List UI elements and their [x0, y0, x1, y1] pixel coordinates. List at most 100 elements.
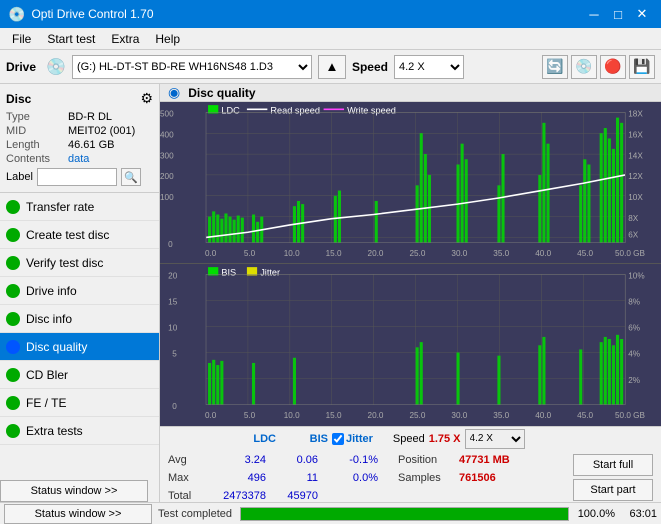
jitter-checkbox[interactable] [332, 433, 344, 445]
progress-percent: 100.0% [573, 508, 615, 520]
maximize-button[interactable]: □ [607, 4, 629, 24]
svg-text:0: 0 [168, 240, 173, 249]
chart1-container: LDC Read speed Write speed 500 400 300 2… [160, 102, 661, 264]
menu-file[interactable]: File [4, 30, 39, 48]
disc-mid-value: MEIT02 (001) [68, 125, 135, 137]
svg-text:0: 0 [172, 402, 177, 411]
svg-text:Write speed: Write speed [347, 105, 396, 115]
sidebar-item-label-create-test-disc: Create test disc [26, 228, 109, 242]
position-value: 47731 MB [459, 454, 510, 466]
jitter-max: 0.0% [328, 472, 388, 484]
samples-label: Samples [398, 472, 453, 484]
svg-text:30.0: 30.0 [451, 249, 467, 258]
status-text: Test completed [158, 508, 232, 520]
stats-headers-row: LDC BIS Jitter Speed 1.75 X 4.2 X [160, 426, 661, 451]
menu-extra[interactable]: Extra [103, 30, 147, 48]
disc-contents-value[interactable]: data [68, 153, 89, 165]
start-full-button[interactable]: Start full [573, 454, 653, 476]
svg-text:10.0: 10.0 [284, 412, 300, 421]
close-button[interactable]: ✕ [631, 4, 653, 24]
disc-label-input[interactable] [37, 168, 117, 186]
progress-bar-inner [241, 508, 568, 520]
svg-text:400: 400 [160, 130, 174, 139]
erase-button[interactable]: 🔴 [600, 55, 626, 79]
sidebar-item-cd-bler[interactable]: CD Bler [0, 361, 159, 389]
svg-text:20.0: 20.0 [368, 249, 384, 258]
chart2-svg: BIS Jitter 20 15 10 5 0 10% 8% 6% 4% 2% [160, 264, 661, 425]
bottom-panel: LDC BIS Jitter Speed 1.75 X 4.2 X [160, 426, 661, 502]
svg-text:6%: 6% [628, 324, 640, 333]
disc-contents-row: Contents data [6, 153, 153, 165]
svg-text:12X: 12X [628, 172, 643, 181]
disc-mid-label: MID [6, 125, 68, 137]
svg-text:10X: 10X [628, 193, 643, 202]
svg-text:30.0: 30.0 [451, 412, 467, 421]
sidebar-item-disc-info[interactable]: Disc info [0, 305, 159, 333]
jitter-avg: -0.1% [328, 454, 388, 466]
drive-icon: 💿 [46, 57, 66, 77]
svg-text:18X: 18X [628, 110, 643, 119]
svg-text:LDC: LDC [221, 105, 240, 115]
sidebar-item-extra-tests[interactable]: Extra tests [0, 417, 159, 445]
disc-quality-icon [6, 340, 20, 354]
eject-button[interactable]: ▲ [318, 55, 346, 79]
sidebar-item-drive-info[interactable]: Drive info [0, 277, 159, 305]
ldc-header: LDC [208, 433, 276, 445]
title-bar-controls: ─ □ ✕ [583, 4, 653, 24]
sidebar-item-fe-te[interactable]: FE / TE [0, 389, 159, 417]
avg-label: Avg [168, 454, 208, 466]
disc-label-button[interactable]: 🔍 [121, 168, 141, 186]
speed-select[interactable]: 4.2 X [394, 55, 464, 79]
speed-area: Speed 1.75 X 4.2 X [393, 429, 525, 449]
menu-help[interactable]: Help [147, 30, 188, 48]
sidebar-item-verify-test-disc[interactable]: Verify test disc [0, 249, 159, 277]
svg-text:40.0: 40.0 [535, 249, 551, 258]
disc-button[interactable]: 💿 [571, 55, 597, 79]
svg-text:0.0: 0.0 [205, 249, 217, 258]
svg-text:35.0: 35.0 [493, 412, 509, 421]
save-button[interactable]: 💾 [629, 55, 655, 79]
refresh-button[interactable]: 🔄 [542, 55, 568, 79]
disc-length-value: 46.61 GB [68, 139, 114, 151]
disc-settings-icon[interactable]: ⚙ [140, 90, 153, 107]
speed-select-stats[interactable]: 4.2 X [465, 429, 525, 449]
svg-text:15.0: 15.0 [326, 412, 342, 421]
svg-text:16X: 16X [628, 130, 643, 139]
app-title: Opti Drive Control 1.70 [31, 7, 153, 21]
app-icon: 💿 [8, 6, 25, 23]
chart-header-icon: ◉ [168, 84, 180, 101]
jitter-header-area: Jitter [332, 433, 373, 445]
disc-header: Disc ⚙ [6, 90, 153, 107]
progress-bar-outer [240, 507, 569, 521]
drive-select[interactable]: (G:) HL-DT-ST BD-RE WH16NS48 1.D3 [72, 55, 312, 79]
svg-text:20.0: 20.0 [368, 412, 384, 421]
sidebar-item-create-test-disc[interactable]: Create test disc [0, 221, 159, 249]
menu-start-test[interactable]: Start test [39, 30, 103, 48]
svg-text:50.0 GB: 50.0 GB [615, 412, 645, 421]
status-window-btn-bottom[interactable]: Status window >> [4, 504, 152, 524]
avg-row: Avg 3.24 0.06 -0.1% [168, 451, 388, 469]
sidebar-item-label-extra-tests: Extra tests [26, 424, 83, 438]
minimize-button[interactable]: ─ [583, 4, 605, 24]
progress-area: Test completed 100.0% 63:01 [158, 507, 657, 521]
svg-text:50.0 GB: 50.0 GB [615, 249, 645, 258]
svg-text:5.0: 5.0 [244, 412, 256, 421]
samples-value: 761506 [459, 472, 496, 484]
svg-text:35.0: 35.0 [493, 249, 509, 258]
position-samples-area: Position 47731 MB Samples 761506 [398, 451, 510, 502]
start-part-button[interactable]: Start part [573, 479, 653, 501]
title-bar-left: 💿 Opti Drive Control 1.70 [8, 6, 154, 23]
chart2-container: BIS Jitter 20 15 10 5 0 10% 8% 6% 4% 2% [160, 264, 661, 425]
ldc-avg: 3.24 [208, 454, 276, 466]
svg-text:15: 15 [168, 298, 177, 307]
sidebar-item-transfer-rate[interactable]: Transfer rate [0, 193, 159, 221]
charts-area: LDC Read speed Write speed 500 400 300 2… [160, 102, 661, 426]
disc-type-label: Type [6, 111, 68, 123]
disc-contents-label: Contents [6, 153, 68, 165]
samples-row: Samples 761506 [398, 469, 510, 487]
status-window-button[interactable]: Status window >> [0, 480, 148, 502]
disc-length-label: Length [6, 139, 68, 151]
right-content: ◉ Disc quality [160, 84, 661, 502]
verify-test-disc-icon [6, 256, 20, 270]
sidebar-item-disc-quality[interactable]: Disc quality [0, 333, 159, 361]
